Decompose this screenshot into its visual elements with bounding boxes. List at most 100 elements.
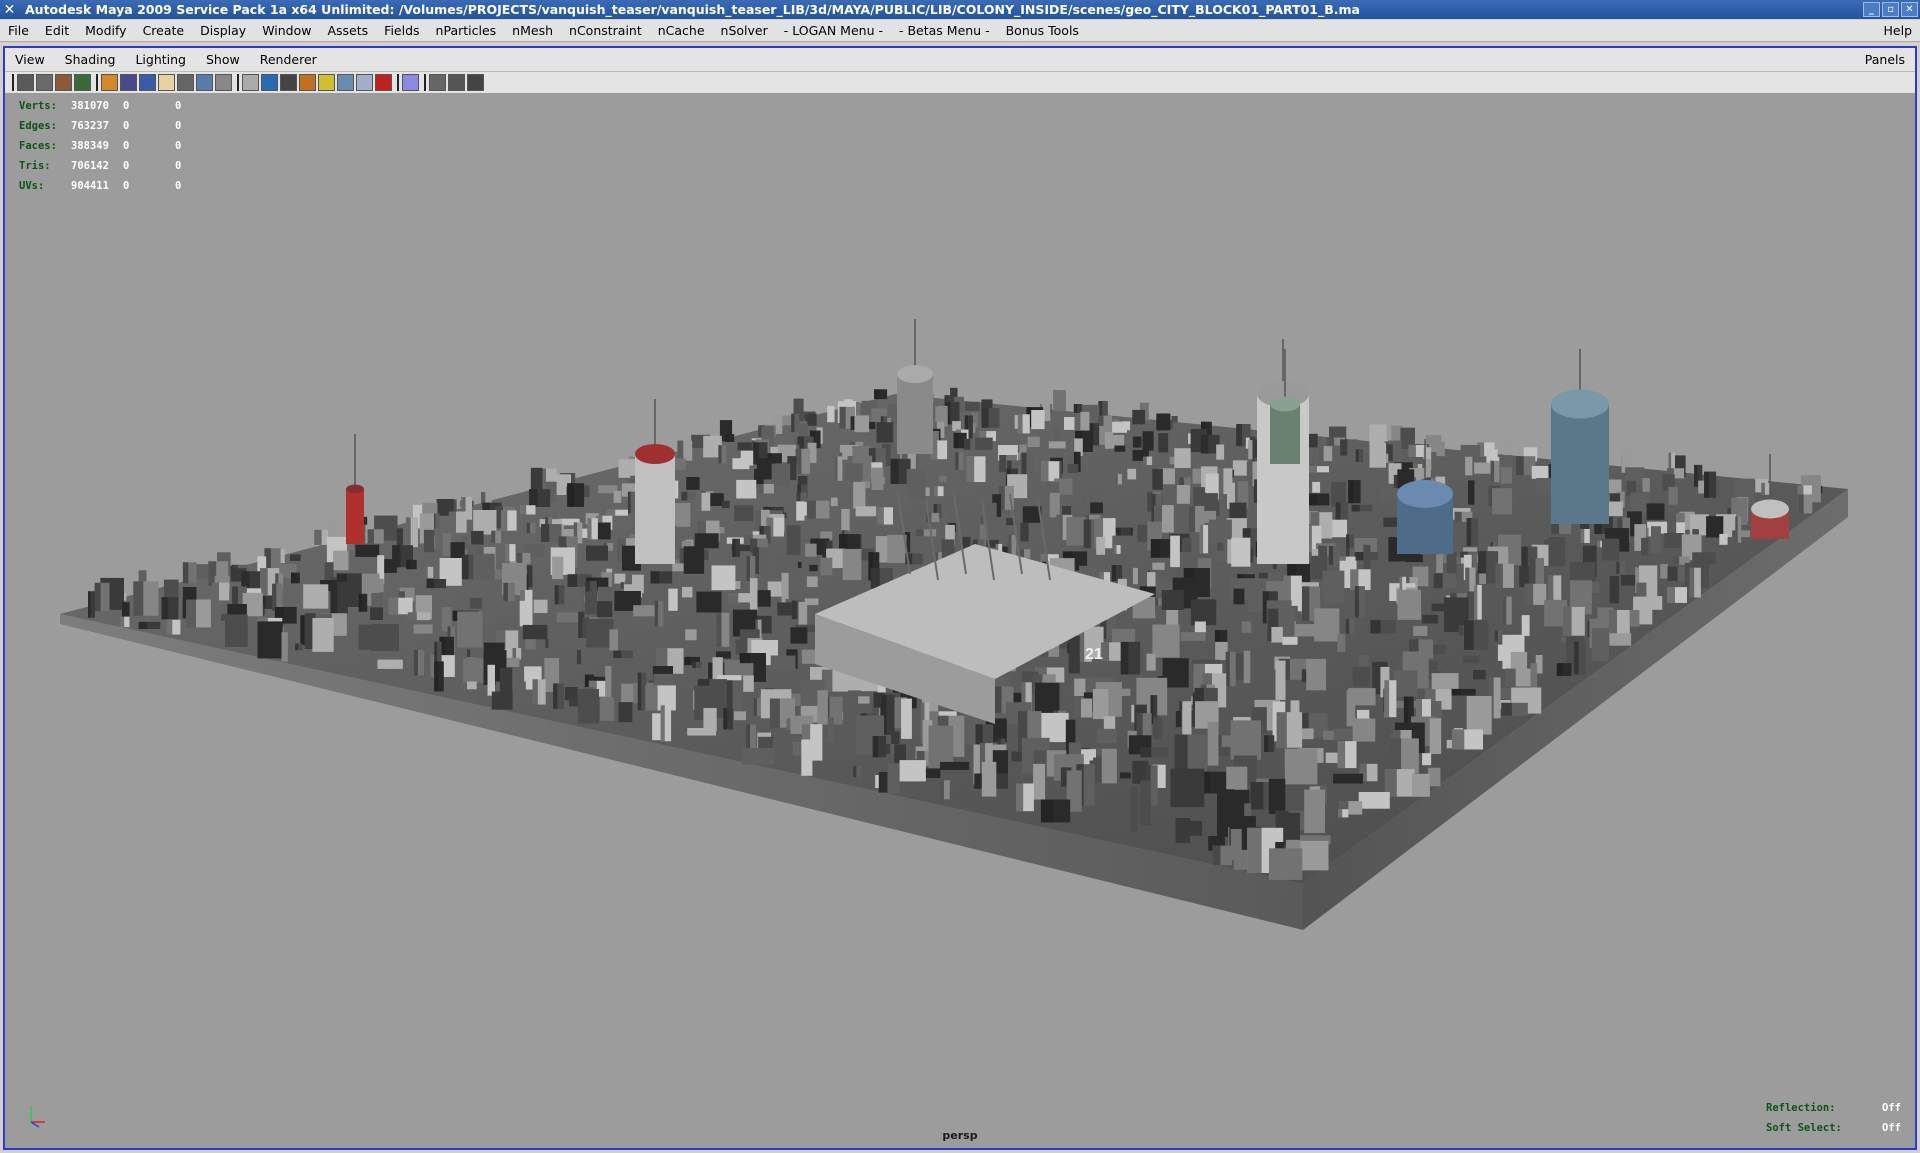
building-block [1131,786,1138,832]
panel-menu-view[interactable]: View [5,52,55,67]
wireframe-icon[interactable] [242,74,259,91]
building-block [830,497,838,507]
building-block [711,565,736,591]
building-block [809,564,818,572]
hud-selected: 0 [123,100,130,112]
hud-reflection-row: Reflection: Off [1766,1098,1901,1118]
building-shadow [330,581,338,614]
close-button[interactable]: ✕ [1901,2,1918,17]
building-block [1243,650,1251,684]
building-block [1664,533,1685,548]
building-block [1104,432,1114,449]
building-shadow [877,507,884,525]
tower-dome [1751,499,1789,519]
panel-menu-renderer[interactable]: Renderer [250,52,327,67]
maya-icon[interactable]: ✕ [0,0,19,19]
resolution-gate-icon[interactable] [139,74,156,91]
panel-menu-show[interactable]: Show [196,52,250,67]
building-shadow [1337,741,1346,769]
hud-row-verts: Verts: 381070 0 0 [19,96,195,116]
building-shadow [1276,712,1287,748]
menu-window[interactable]: Window [254,23,319,38]
high-quality-icon[interactable] [375,74,392,91]
building-block [1080,411,1090,431]
building-shadow [516,552,523,564]
menu-bonus-tools[interactable]: Bonus Tools [998,23,1087,38]
building-shadow [1616,561,1620,574]
xray-joints-icon[interactable] [448,74,465,91]
building-shadow [1326,437,1335,446]
building-block [842,548,862,581]
menu-help[interactable]: Help [1876,23,1920,38]
backface-culling-icon[interactable] [467,74,484,91]
menu-display[interactable]: Display [192,23,254,38]
xray-icon[interactable] [429,74,446,91]
building-shadow [1021,452,1027,475]
textured-icon[interactable] [337,74,354,91]
building-shadow [526,522,530,534]
building-block [1153,717,1163,740]
film-gate-icon[interactable] [120,74,137,91]
building-shadow [367,529,374,544]
menu-nsolver[interactable]: nSolver [713,23,776,38]
menu-ncache[interactable]: nCache [650,23,713,38]
building-block [1306,658,1327,691]
building-block [736,479,757,499]
menu-betas[interactable]: - Betas Menu - [891,23,998,38]
menu-logan[interactable]: - LOGAN Menu - [776,23,891,38]
smooth-shade-icon[interactable] [261,74,278,91]
building-shadow [637,672,642,711]
city-block-model[interactable]: 21 [5,94,1915,1144]
building-shadow [1351,504,1360,512]
menu-nparticles[interactable]: nParticles [428,23,505,38]
building-block [685,629,697,641]
building-shadow [1672,556,1680,565]
menu-assets[interactable]: Assets [319,23,376,38]
image-plane-icon[interactable] [74,74,91,91]
building-shadow [878,772,887,793]
building-block [1182,701,1192,735]
panel-menu-shading[interactable]: Shading [55,52,126,67]
building-block [1473,670,1486,680]
hud-uv: 0 [175,160,182,172]
camera-attributes-icon[interactable] [36,74,53,91]
building-shadow [1704,471,1709,498]
flat-shade-icon[interactable] [280,74,297,91]
field-chart-icon[interactable] [177,74,194,91]
wireframe-on-shaded-icon[interactable] [299,74,316,91]
building-shadow [481,492,486,504]
menu-file[interactable]: File [0,23,37,38]
safe-action-icon[interactable] [196,74,213,91]
camera-select-icon[interactable] [17,74,34,91]
building-shadow [1355,449,1359,462]
gate-mask-icon[interactable] [158,74,175,91]
building-shadow [1338,809,1343,818]
building-block [1641,537,1649,556]
building-block [1111,421,1127,433]
grid-icon[interactable] [101,74,118,91]
building-block [703,708,717,732]
panel-menu-panels[interactable]: Panels [1855,52,1915,67]
building-block [1180,632,1206,641]
shadows-icon[interactable] [356,74,373,91]
panel-menu-lighting[interactable]: Lighting [125,52,196,67]
menu-create[interactable]: Create [135,23,193,38]
minimize-button[interactable]: _ [1863,2,1880,17]
isolate-select-icon[interactable] [402,74,419,91]
building-block [585,591,597,615]
menu-nmesh[interactable]: nMesh [504,23,561,38]
menu-nconstraint[interactable]: nConstraint [561,23,650,38]
bookmarks-icon[interactable] [55,74,72,91]
building-shadow [753,698,757,717]
building-shadow [695,492,702,511]
menu-edit[interactable]: Edit [37,23,77,38]
maximize-button[interactable]: ▫ [1882,2,1899,17]
viewport-panel[interactable]: View Shading Lighting Show Renderer Pane… [3,46,1917,1150]
building-block [1429,718,1442,754]
tower-dome [1397,480,1453,508]
menu-fields[interactable]: Fields [376,23,427,38]
safe-title-icon[interactable] [215,74,232,91]
building-shadow [890,458,899,484]
menu-modify[interactable]: Modify [77,23,134,38]
default-light-icon[interactable] [318,74,335,91]
